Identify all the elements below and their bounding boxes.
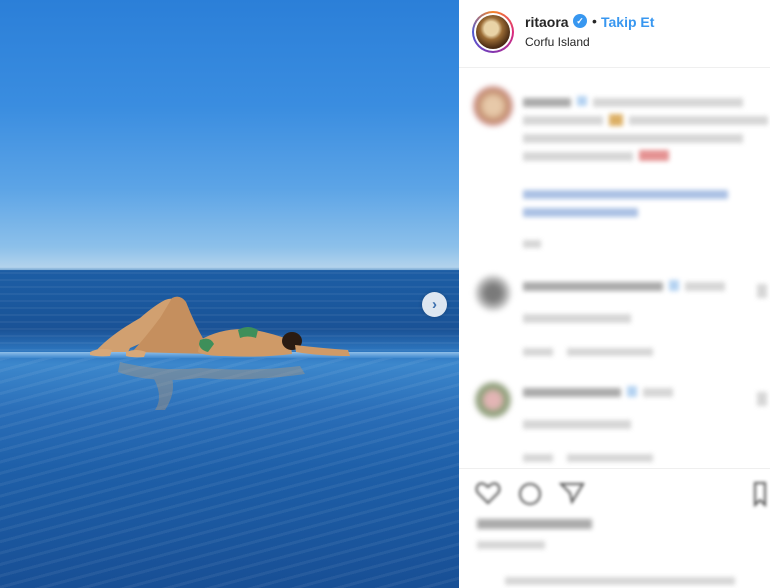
share-icon[interactable] <box>559 481 585 505</box>
location-link[interactable]: Corfu Island <box>525 35 590 49</box>
comment-like-icon-pixelated[interactable] <box>757 392 767 406</box>
woman-lying-figure <box>90 296 350 410</box>
comment-icon[interactable] <box>517 481 543 507</box>
follow-button[interactable]: Takip Et <box>601 14 654 30</box>
post-photo[interactable]: › <box>0 0 459 588</box>
likes-count-pixelated[interactable] <box>477 517 597 531</box>
comment-text-pixelated <box>523 280 768 360</box>
comment-avatar[interactable] <box>475 275 511 311</box>
verified-badge-icon: ✓ <box>573 14 587 28</box>
chevron-right-icon: › <box>432 296 437 313</box>
avatar[interactable] <box>472 11 514 53</box>
post-sidebar: ritaora ✓ • Takip Et Corfu Island <box>459 0 770 588</box>
heart-icon[interactable] <box>475 481 501 505</box>
separator-dot: • <box>592 13 597 29</box>
post-header: ritaora ✓ • Takip Et Corfu Island <box>459 0 770 68</box>
add-comment-pixelated[interactable] <box>505 575 745 587</box>
comment-avatar[interactable] <box>475 382 511 418</box>
profile-image <box>476 15 510 49</box>
bookmark-icon[interactable] <box>753 481 767 507</box>
comment-like-icon-pixelated[interactable] <box>757 284 767 298</box>
caption-text-pixelated <box>523 94 768 254</box>
post-date-pixelated <box>477 539 547 551</box>
comment-text-pixelated <box>523 386 768 466</box>
post-actions <box>459 468 770 588</box>
carousel-next-button[interactable]: › <box>422 292 447 317</box>
comment-avatar[interactable] <box>473 86 513 126</box>
username-link[interactable]: ritaora <box>525 14 569 30</box>
